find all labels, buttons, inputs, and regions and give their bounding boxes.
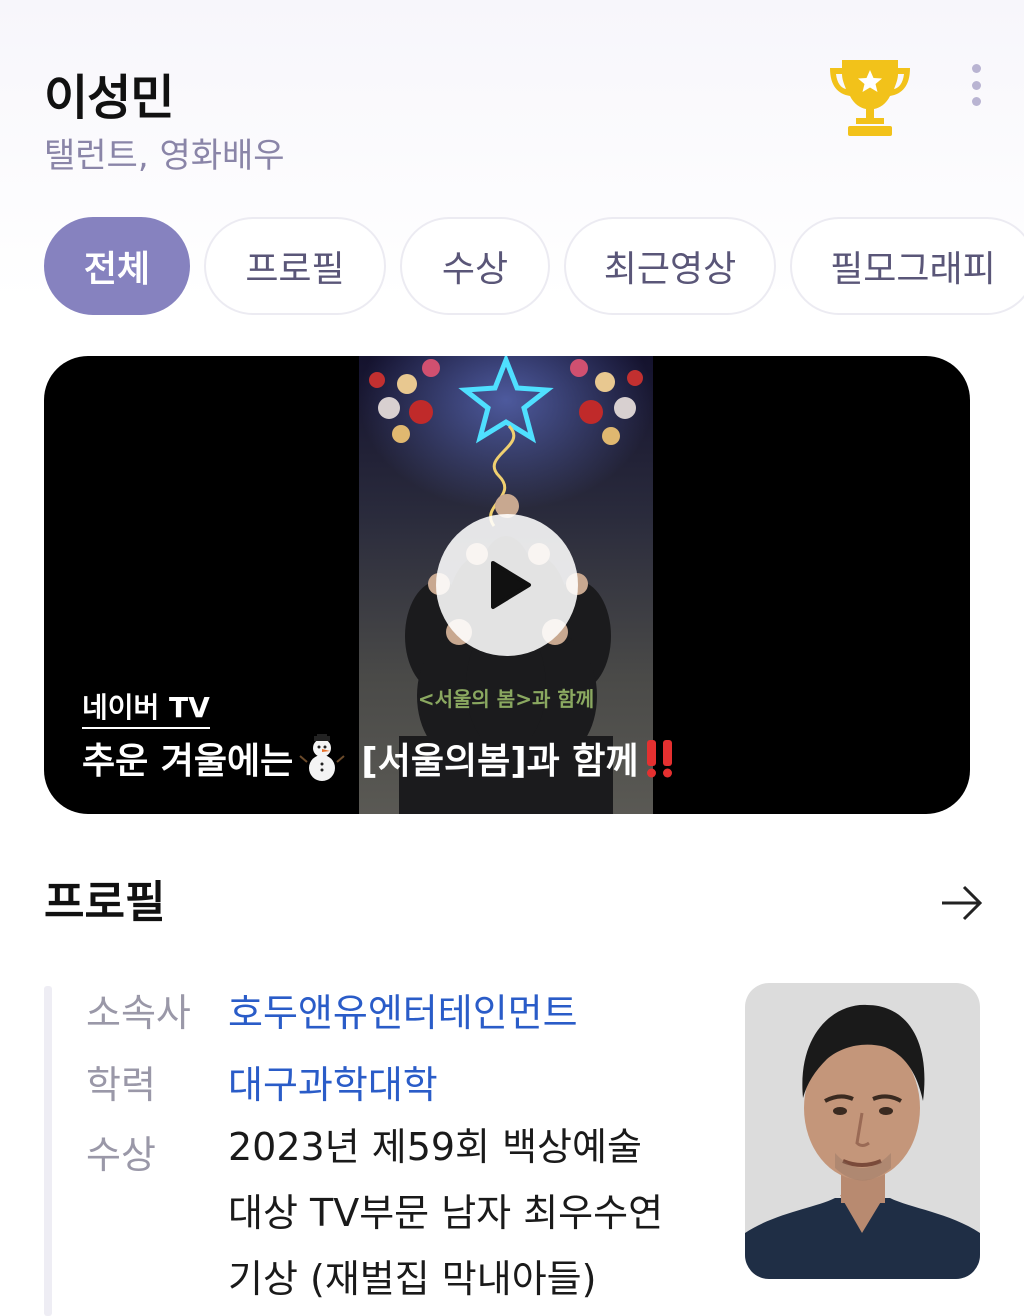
tab-all[interactable]: 전체 [44,217,190,315]
person-name: 이성민 [44,70,174,126]
play-button[interactable] [436,514,578,656]
play-icon [491,561,531,609]
award-line: 기상 (재벌집 막내아들) [228,1257,597,1301]
trophy-icon[interactable] [826,56,914,138]
agency-link[interactable]: 호두앤유엔터테인먼트 [228,982,578,1037]
more-vertical-icon [971,64,981,73]
page: 이성민 탤런트, 영화배우 전체 프로필 수상 최근영상 필모그래피 <서울의 … [0,0,1024,1316]
double-exclamation-icon [646,740,672,778]
tab-profile[interactable]: 프로필 [204,217,386,315]
agency-label: 소속사 [86,991,191,1035]
award-line: 대상 TV부문 남자 최우수연 [228,1191,664,1235]
awards-label: 수상 [86,1133,156,1177]
profile-divider-bar [44,986,52,1316]
video-title[interactable]: 추운 겨울에는 [서울의봄]과 함께 [82,732,677,784]
awards-value: 2023년 제59회 백상예술 대상 TV부문 남자 최우수연 기상 (재벌집 … [228,1114,663,1312]
category-tabs: 전체 프로필 수상 최근영상 필모그래피 [44,217,1024,315]
video-card[interactable]: <서울의 봄>과 함께 네이버 TV 추운 겨울에는 [서울의봄]과 함께 [44,356,970,814]
more-options-button[interactable] [958,60,994,110]
education-link[interactable]: 대구과학대학 [228,1054,438,1109]
tab-filmography[interactable]: 필모그래피 [790,217,1024,315]
tab-awards[interactable]: 수상 [400,217,550,315]
more-dot [971,80,981,90]
profile-photo[interactable] [745,983,980,1279]
video-title-part2: [서울의봄]과 함께 [361,741,639,782]
video-title-part1: 추운 겨울에는 [82,741,294,782]
tab-recent-videos[interactable]: 최근영상 [564,217,776,315]
video-source-link[interactable]: 네이버 TV [82,686,210,729]
education-label: 학력 [86,1063,156,1107]
person-occupation: 탤런트, 영화배우 [44,136,285,176]
more-dot [971,97,981,106]
profile-section-title: 프로필 [44,877,166,928]
award-line: 2023년 제59회 백상예술 [228,1125,642,1169]
arrow-right-icon[interactable] [938,880,984,926]
thumbnail-caption: <서울의 봄>과 함께 [418,687,594,711]
snowman-emoji-icon [299,734,345,781]
